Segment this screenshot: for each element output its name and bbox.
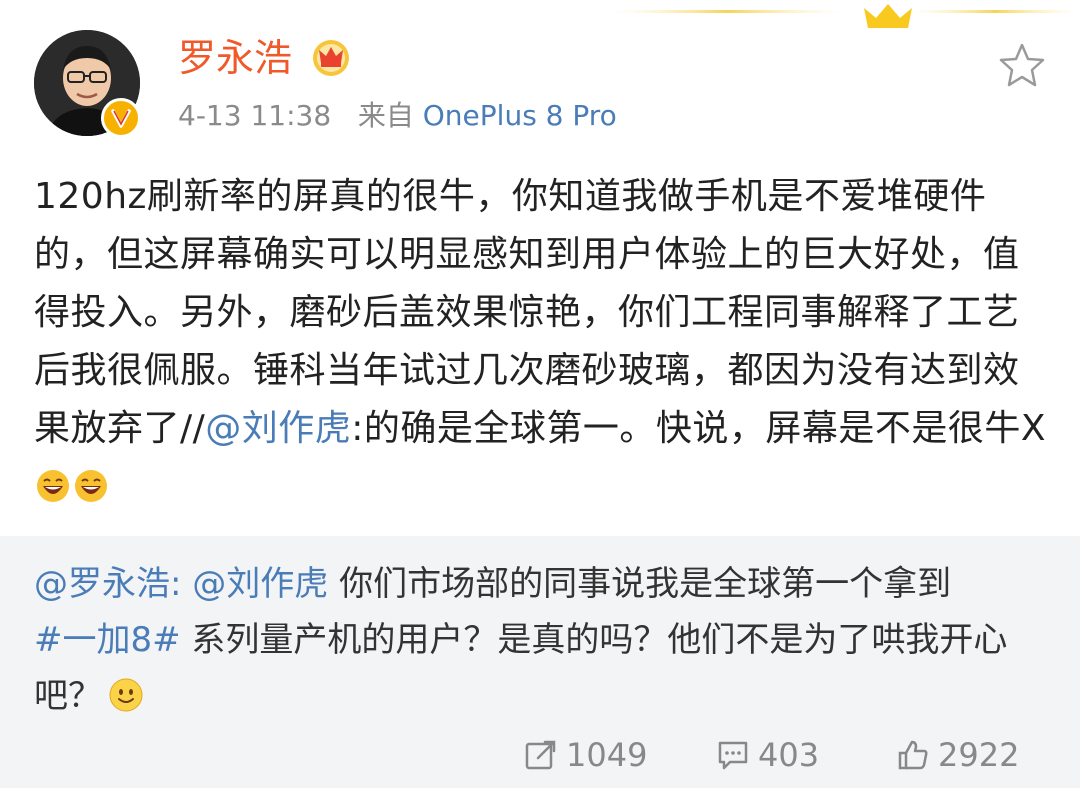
like-icon xyxy=(898,740,928,770)
repost-button[interactable]: 1049 xyxy=(524,730,647,780)
source-prefix: 来自 xyxy=(357,99,414,132)
repost-text-2: 系列量产机的用户？是真的吗？他们不是为了哄我开心吧？ xyxy=(34,620,1008,716)
source-device[interactable]: OnePlus 8 Pro xyxy=(423,99,617,132)
repost-hashtag[interactable]: #一加8# xyxy=(34,620,181,660)
post-header: 罗永浩 4-13 11:38 来自 OnePlus 8 Pro xyxy=(0,0,1080,160)
repost-mention[interactable]: @刘作虎 xyxy=(192,564,328,604)
comment-count: 403 xyxy=(758,736,820,774)
star-icon[interactable] xyxy=(998,42,1046,88)
repost-count: 1049 xyxy=(566,736,648,774)
repost-icon xyxy=(525,740,556,770)
repost-text-1: 你们市场部的同事说我是全球第一个拿到 xyxy=(328,564,952,604)
like-button[interactable]: 2922 xyxy=(896,730,1019,780)
post-mention[interactable]: @刘作虎 xyxy=(205,408,351,449)
comment-icon xyxy=(718,741,748,770)
post-meta: 4-13 11:38 来自 OnePlus 8 Pro xyxy=(178,98,617,134)
repost-block[interactable]: @罗永浩: @刘作虎 你们市场部的同事说我是全球第一个拿到 #一加8# 系列量产机… xyxy=(0,536,1080,788)
post-time: 4-13 11:38 xyxy=(178,99,332,132)
repost-author[interactable]: @罗永浩: xyxy=(34,564,181,604)
laugh-emoji-icon xyxy=(75,470,107,502)
vip-crown-icon[interactable] xyxy=(310,36,352,78)
username[interactable]: 罗永浩 xyxy=(178,34,292,82)
verified-v-icon xyxy=(101,98,141,138)
like-count: 2922 xyxy=(938,736,1020,774)
post-body: 120hz刷新率的屏真的很牛，你知道我做手机是不爱堆硬件的，但这屏幕确实可以明显… xyxy=(34,168,1054,516)
action-bar: 1049 403 2922 xyxy=(0,730,1080,780)
smile-emoji-icon xyxy=(109,678,143,712)
laugh-emoji-icon xyxy=(37,470,69,502)
post-text-after: :的确是全球第一。快说，屏幕是不是很牛X xyxy=(351,408,1047,449)
repost-body: @罗永浩: @刘作虎 你们市场部的同事说我是全球第一个拿到 #一加8# 系列量产机… xyxy=(34,556,1054,724)
comment-button[interactable]: 403 xyxy=(716,730,819,780)
